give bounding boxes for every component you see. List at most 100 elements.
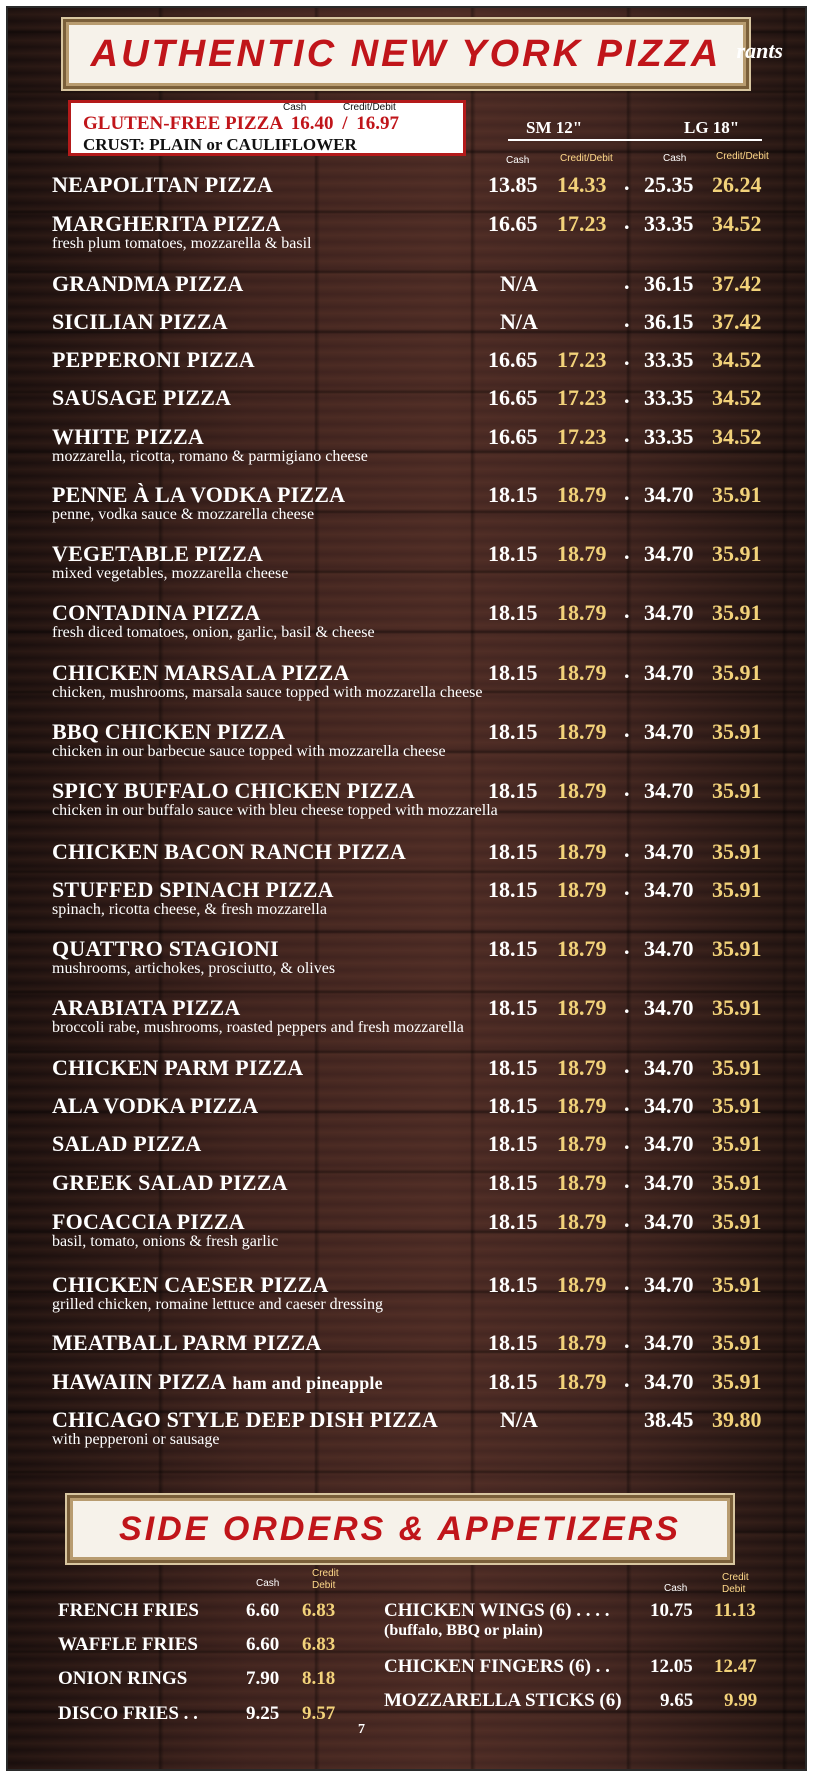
price-lg-credit: 35.91: [712, 936, 762, 961]
price-lg-credit: 35.91: [712, 1170, 762, 1195]
pizza-name: SICILIAN PIZZA: [52, 309, 228, 335]
price-lg-cash: 34.70: [644, 541, 694, 566]
price-lg-credit: 34.52: [712, 211, 762, 236]
price-sm-cash: 18.15: [488, 1055, 538, 1080]
price-lg-cash: 34.70: [644, 1131, 694, 1156]
side-right-cash-label: Cash: [664, 1583, 688, 1594]
price-lg-cash: 34.70: [644, 877, 694, 902]
side-item-name: ONION RINGS: [58, 1668, 188, 1689]
pizza-name-text: HAWAIIN PIZZA: [52, 1369, 227, 1394]
pizza-name-text: CHICKEN MARSALA PIZZA: [52, 660, 350, 685]
side-item-cash: 7.90: [246, 1668, 280, 1689]
pizza-name-text: WHITE PIZZA: [52, 424, 204, 449]
pizza-name: PENNE À LA VODKA PIZZA: [52, 482, 345, 508]
gf-crust: CRUST: PLAIN or CAULIFLOWER: [83, 135, 357, 154]
pizza-name-text: ARABIATA PIZZA: [52, 995, 241, 1020]
price-sm-cash: 18.15: [488, 995, 538, 1020]
price-separator-dot: .: [624, 717, 630, 742]
price-separator-dot: .: [624, 1129, 630, 1154]
pizza-name: MARGHERITA PIZZA: [52, 211, 282, 237]
price-lg-credit: 35.91: [712, 995, 762, 1020]
price-lg-credit: 35.91: [712, 839, 762, 864]
price-sm-cash: N/A: [500, 1407, 538, 1432]
side-right-credit-label-1: Credit: [722, 1572, 749, 1583]
menu-page: AUTHENTIC NEW YORK PIZZA rants Cash Cred…: [6, 6, 807, 1771]
pizza-description: fresh diced tomatoes, onion, garlic, bas…: [52, 624, 375, 641]
price-lg-credit: 35.91: [712, 877, 762, 902]
pizza-description: with pepperoni or sausage: [52, 1431, 220, 1448]
side-right-credit-label-2: Debit: [722, 1584, 746, 1595]
price-sm-cash: 18.15: [488, 877, 538, 902]
price-sm-credit: 18.79: [557, 541, 607, 566]
pizza-name-text: CHICKEN CAESER PIZZA: [52, 1272, 329, 1297]
side-item-name: MOZZARELLA STICKS (6): [384, 1690, 622, 1711]
pizza-name: PEPPERONI PIZZA: [52, 347, 255, 373]
price-separator-dot: .: [624, 1328, 630, 1353]
price-separator-dot: .: [624, 837, 630, 862]
price-sm-cash: N/A: [500, 309, 538, 334]
pizza-name: NEAPOLITAN PIZZA: [52, 172, 273, 198]
pizza-name-text: NEAPOLITAN PIZZA: [52, 172, 273, 197]
gf-price-line: GLUTEN-FREE PIZZA 16.40 / 16.97: [83, 113, 399, 135]
price-sm-credit: 18.79: [557, 936, 607, 961]
pizza-name-text: SAUSAGE PIZZA: [52, 385, 232, 410]
price-sm-cash: 18.15: [488, 1272, 538, 1297]
pizza-name-text: PEPPERONI PIZZA: [52, 347, 255, 372]
price-lg-cash: 33.35: [644, 385, 694, 410]
price-lg-cash: 34.70: [644, 660, 694, 685]
price-lg-cash: 34.70: [644, 600, 694, 625]
price-sm-credit: 18.79: [557, 1330, 607, 1355]
pizza-description: chicken, mushrooms, marsala sauce topped…: [52, 684, 483, 701]
price-lg-credit: 26.24: [712, 172, 762, 197]
pizza-description: grilled chicken, romaine lettuce and cae…: [52, 1296, 383, 1313]
pizza-name: VEGETABLE PIZZA: [52, 541, 263, 567]
price-lg-cash: 34.70: [644, 1369, 694, 1394]
side-item-credit: 6.83: [302, 1600, 336, 1621]
price-lg-credit: 35.91: [712, 660, 762, 685]
price-sm-cash: 18.15: [488, 1093, 538, 1118]
price-separator-dot: .: [624, 776, 630, 801]
pizza-description: chicken in our barbecue sauce topped wit…: [52, 743, 446, 760]
price-sm-credit: 18.79: [557, 1272, 607, 1297]
side-item-cash: 12.05: [650, 1656, 693, 1677]
price-sm-credit: 18.79: [557, 995, 607, 1020]
pizza-name: CHICKEN CAESER PIZZA: [52, 1272, 329, 1298]
pizza-name-text: CHICKEN BACON RANCH PIZZA: [52, 839, 406, 864]
pizza-name-text: GREEK SALAD PIZZA: [52, 1170, 288, 1195]
price-sm-credit: 17.23: [557, 385, 607, 410]
price-separator-dot: .: [624, 269, 630, 294]
side-item-credit: 12.47: [714, 1656, 757, 1677]
price-separator-dot: .: [624, 993, 630, 1018]
price-sm-cash: 18.15: [488, 839, 538, 864]
price-sm-cash: 18.15: [488, 660, 538, 685]
pizza-name: GRANDMA PIZZA: [52, 271, 243, 297]
side-item-cash: 6.60: [246, 1634, 280, 1655]
price-separator-dot: .: [624, 1168, 630, 1193]
price-lg-credit: 35.91: [712, 1209, 762, 1234]
price-sm-credit: 18.79: [557, 1209, 607, 1234]
pizza-name: CONTADINA PIZZA: [52, 600, 261, 626]
price-sm-cash: 18.15: [488, 541, 538, 566]
price-lg-credit: 37.42: [712, 271, 762, 296]
pizza-name-text: MARGHERITA PIZZA: [52, 211, 282, 236]
price-lg-cash: 33.35: [644, 424, 694, 449]
price-sm-credit: 18.79: [557, 1369, 607, 1394]
price-sm-credit: 17.23: [557, 211, 607, 236]
price-sm-credit: 18.79: [557, 778, 607, 803]
pizza-name: CHICKEN MARSALA PIZZA: [52, 660, 350, 686]
gf-credit-price: 16.97: [356, 113, 400, 134]
price-lg-cash: 36.15: [644, 271, 694, 296]
price-separator-dot: .: [624, 1053, 630, 1078]
price-separator-dot: .: [624, 307, 630, 332]
price-lg-cash: 38.45: [644, 1407, 694, 1432]
col-sm-cash-label: Cash: [506, 155, 530, 166]
pizza-name: CHICKEN PARM PIZZA: [52, 1055, 303, 1081]
price-sm-cash: 16.65: [488, 211, 538, 236]
pizza-name-text: CHICKEN PARM PIZZA: [52, 1055, 304, 1080]
price-sm-cash: 18.15: [488, 1369, 538, 1394]
price-sm-cash: 16.65: [488, 385, 538, 410]
price-lg-credit: 35.91: [712, 1369, 762, 1394]
price-lg-cash: 34.70: [644, 936, 694, 961]
price-separator-dot: .: [624, 170, 630, 195]
pizza-description: penne, vodka sauce & mozzarella cheese: [52, 506, 315, 523]
